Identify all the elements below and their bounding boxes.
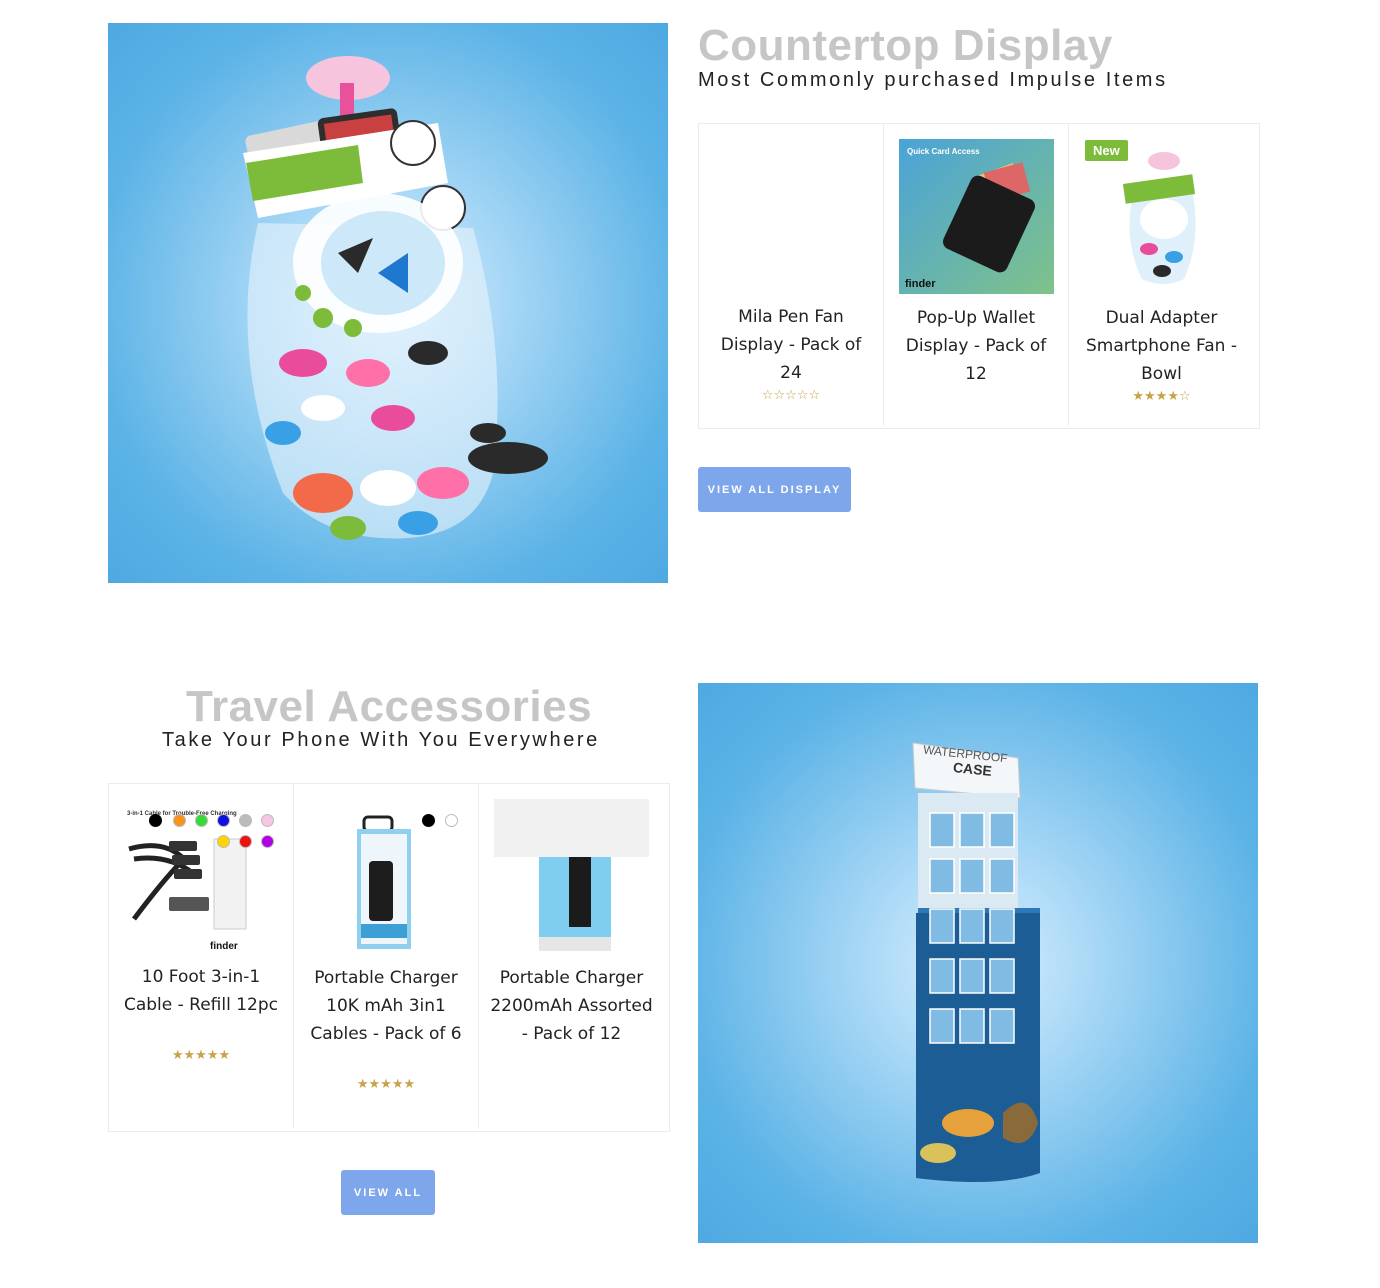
view-all-display-button[interactable]: VIEW ALL DISPLAY <box>698 467 851 512</box>
new-badge: New <box>1085 140 1128 161</box>
color-swatch-pink[interactable] <box>261 814 274 827</box>
product-card[interactable]: Portable Charger 2200mAh Assorted - Pack… <box>479 784 664 1129</box>
product-name-link[interactable]: 10 Foot 3-in-1 Cable - Refill 12pc <box>119 963 283 1019</box>
color-swatch-white[interactable] <box>445 814 458 827</box>
product-image-placeholder[interactable] <box>714 139 869 294</box>
product-rating-stars: ★★★★★ <box>356 1076 416 1091</box>
color-swatch-red[interactable] <box>239 835 252 848</box>
product-image[interactable] <box>1084 139 1239 294</box>
product-card[interactable]: Mila Pen Fan Display - Pack of 24 ☆☆☆☆☆ <box>699 124 884 426</box>
product-card[interactable]: Portable Charger 10K mAh 3in1 Cables - P… <box>294 784 479 1129</box>
travel-hero-image: WATERPROOF CASE <box>698 683 1258 1243</box>
travel-product-grid: 3-in-1 Cable for Trouble-Free Charging f… <box>108 783 670 1132</box>
countertop-product-grid: Mila Pen Fan Display - Pack of 24 ☆☆☆☆☆ … <box>698 123 1260 429</box>
travel-section-subtitle: Take Your Phone With You Everywhere <box>162 729 600 751</box>
color-swatch-yellow[interactable] <box>217 835 230 848</box>
view-all-button[interactable]: VIEW ALL <box>341 1170 435 1215</box>
charger-package-thumbnail <box>357 815 411 949</box>
color-swatch-blue[interactable] <box>217 814 230 827</box>
product-rating-stars: ☆☆☆☆☆ <box>761 387 821 402</box>
smartphone-fan-bowl-illustration <box>243 56 548 540</box>
finder-logo: finder <box>210 941 238 952</box>
product-name-link[interactable]: Portable Charger 2200mAh Assorted - Pack… <box>489 964 654 1048</box>
product-image[interactable]: Quick Card Access finder <box>899 139 1054 294</box>
color-swatch-black[interactable] <box>422 814 435 827</box>
charger-2200-thumbnail <box>494 799 649 951</box>
product-card[interactable]: 3-in-1 Cable for Trouble-Free Charging f… <box>109 784 294 1129</box>
countertop-section-title: Countertop Display <box>698 21 1113 70</box>
color-swatch-purple[interactable] <box>261 835 274 848</box>
product-name-link[interactable]: Dual Adapter Smartphone Fan - Bowl <box>1079 304 1244 388</box>
color-swatch-orange[interactable] <box>173 814 186 827</box>
product-name-link[interactable]: Portable Charger 10K mAh 3in1 Cables - P… <box>304 964 468 1048</box>
product-card[interactable]: Quick Card Access finder Pop-Up Wallet D… <box>884 124 1069 426</box>
product-name-link[interactable]: Pop-Up Wallet Display - Pack of 12 <box>894 304 1058 388</box>
color-swatch-black[interactable] <box>149 814 162 827</box>
countertop-hero-image <box>108 23 668 583</box>
finder-logo: finder <box>905 278 936 290</box>
color-swatch-green[interactable] <box>195 814 208 827</box>
product-image[interactable] <box>309 799 464 954</box>
fan-bowl-thumbnail <box>1122 152 1196 284</box>
travel-section-title: Travel Accessories <box>186 682 593 731</box>
countertop-section-subtitle: Most Commonly purchased Impulse Items <box>698 69 1168 91</box>
wallet-icon <box>943 162 1035 273</box>
product-card[interactable]: New Dual Adapter Smartphone Fan - Bowl ★… <box>1069 124 1254 426</box>
color-swatch-gray[interactable] <box>239 814 252 827</box>
product-rating-stars: ★★★★☆ <box>1132 388 1191 403</box>
product-rating-stars: ★★★★★ <box>171 1047 231 1062</box>
product-image[interactable] <box>494 799 649 954</box>
product-name-link[interactable]: Mila Pen Fan Display - Pack of 24 <box>709 303 873 387</box>
